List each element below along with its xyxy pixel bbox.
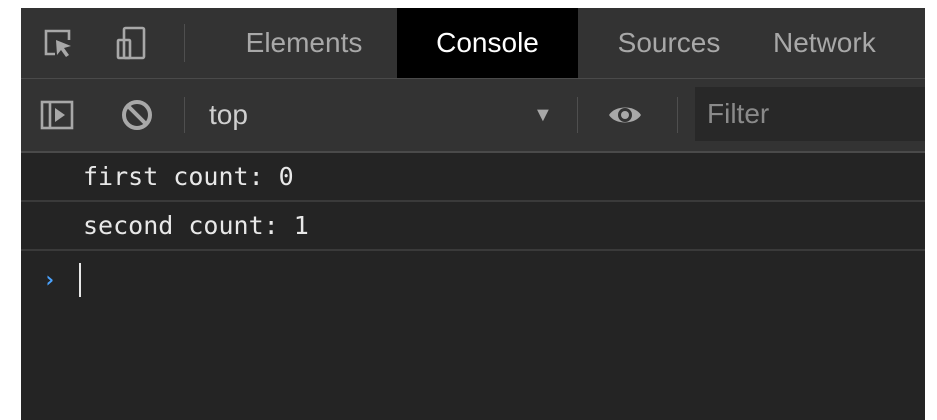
filter-box[interactable] [695, 87, 925, 141]
tab-sources[interactable]: Sources [589, 8, 749, 78]
text-caret [79, 263, 81, 297]
dropdown-triangle-icon[interactable]: ▼ [533, 79, 553, 151]
tab-console[interactable]: Console [397, 8, 578, 78]
tab-network[interactable]: Network [773, 8, 925, 78]
device-toolbar-icon[interactable] [115, 26, 149, 60]
console-prompt[interactable]: › [21, 251, 925, 309]
console-message: second count: 1 [21, 202, 925, 251]
prompt-chevron-icon: › [43, 267, 57, 293]
inspect-element-icon[interactable] [41, 26, 75, 60]
show-console-sidebar-icon[interactable] [39, 97, 75, 133]
tab-bar-divider [184, 24, 185, 62]
toolbar-divider [184, 97, 185, 133]
toolbar-divider [677, 97, 678, 133]
devtools-tab-bar: Elements Console Sources Network [21, 8, 925, 79]
clear-console-icon[interactable] [119, 97, 155, 133]
console-toolbar: top ▼ [21, 79, 925, 153]
eye-icon[interactable] [607, 97, 643, 133]
console-messages: first count: 0 second count: 1 › [21, 153, 925, 309]
toolbar-divider [577, 97, 578, 133]
tab-elements[interactable]: Elements [213, 8, 395, 78]
filter-input[interactable] [695, 97, 919, 131]
devtools-window: Elements Console Sources Network top ▼ F… [21, 8, 925, 420]
context-selector[interactable]: top [209, 79, 248, 151]
console-message: first count: 0 [21, 153, 925, 202]
